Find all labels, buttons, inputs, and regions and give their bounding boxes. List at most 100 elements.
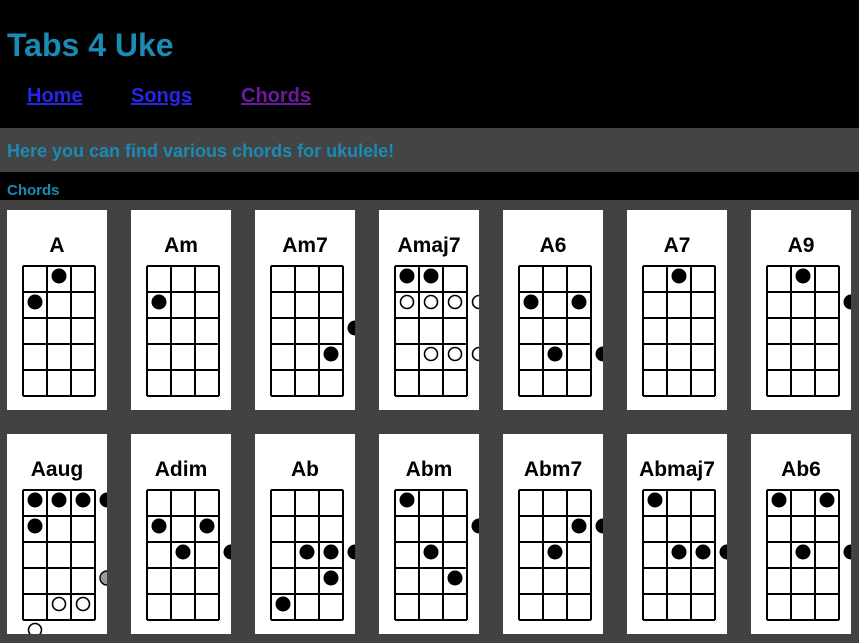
chord-card[interactable]: A7	[627, 210, 727, 410]
fretboard	[518, 265, 592, 397]
chord-diagram: A7	[642, 234, 716, 397]
chord-name: Abm7	[524, 458, 582, 481]
chord-card[interactable]: Abm7	[503, 434, 603, 634]
open-dot	[471, 346, 479, 362]
chord-card[interactable]: Amaj7	[379, 210, 479, 410]
finger-dot	[595, 518, 603, 534]
finger-dot	[795, 544, 811, 560]
open-dot	[423, 294, 439, 310]
open-dot	[399, 294, 415, 310]
finger-dot	[571, 294, 587, 310]
chord-name: Ab	[291, 458, 319, 481]
finger-dot	[27, 492, 43, 508]
open-dot	[471, 294, 479, 310]
finger-dot	[223, 544, 231, 560]
finger-dot	[151, 518, 167, 534]
chord-diagram: Abmaj7	[639, 458, 727, 621]
finger-dot	[27, 518, 43, 534]
finger-dot	[323, 346, 339, 362]
chord-card[interactable]: A9	[751, 210, 851, 410]
chord-name: A9	[788, 234, 815, 257]
chord-name: Am7	[282, 234, 328, 257]
chord-card[interactable]: Aaug	[7, 434, 107, 634]
chord-name: Am	[164, 234, 198, 257]
open-dot	[75, 596, 91, 612]
chord-name: Ab6	[781, 458, 821, 481]
chord-diagram: Am	[146, 234, 220, 397]
chord-diagram: A	[22, 234, 96, 397]
chord-card[interactable]: Ab	[255, 434, 355, 634]
section-title: Chords	[7, 182, 60, 199]
nav-link-songs[interactable]: Songs	[131, 85, 192, 108]
finger-dot	[323, 544, 339, 560]
finger-dot	[399, 492, 415, 508]
finger-dot	[671, 268, 687, 284]
finger-dot	[27, 294, 43, 310]
finger-dot	[843, 544, 851, 560]
finger-dot	[51, 268, 67, 284]
chord-name: Abm	[406, 458, 453, 481]
finger-dot	[275, 596, 291, 612]
open-dot	[27, 622, 43, 634]
chord-card[interactable]: Am7	[255, 210, 355, 410]
intro-text: Here you can find various chords for uku…	[7, 141, 395, 161]
intro-banner: Here you can find various chords for uku…	[0, 128, 859, 172]
finger-dot	[151, 294, 167, 310]
chord-diagram: Am7	[270, 234, 355, 397]
chord-name: A7	[664, 234, 691, 257]
finger-dot	[199, 518, 215, 534]
finger-dot	[175, 544, 191, 560]
chord-diagram: Abm7	[518, 458, 603, 621]
chord-card[interactable]: Abm	[379, 434, 479, 634]
nav-link-home[interactable]: Home	[27, 85, 83, 108]
finger-dot	[843, 294, 851, 310]
finger-dot	[75, 492, 91, 508]
fretboard	[766, 265, 840, 397]
fretboard	[270, 265, 344, 397]
finger-dot	[547, 544, 563, 560]
finger-dot	[547, 346, 563, 362]
finger-dot	[819, 492, 835, 508]
finger-dot	[99, 492, 107, 508]
finger-dot	[671, 544, 687, 560]
chord-diagram: Ab	[270, 458, 355, 621]
finger-dot	[647, 492, 663, 508]
finger-dot	[523, 294, 539, 310]
chord-name: A	[49, 234, 64, 257]
open-dot	[51, 596, 67, 612]
finger-dot	[719, 544, 727, 560]
chord-diagram: Ab6	[766, 458, 851, 621]
optional-dot	[99, 570, 107, 586]
chord-card[interactable]: Adim	[131, 434, 231, 634]
fretboard	[146, 265, 220, 397]
finger-dot	[571, 518, 587, 534]
chord-name: Adim	[155, 458, 208, 481]
finger-dot	[347, 320, 355, 336]
nav-link-chords[interactable]: Chords	[241, 85, 311, 108]
chord-name: Abmaj7	[639, 458, 715, 481]
finger-dot	[299, 544, 315, 560]
fretboard	[22, 265, 96, 397]
chord-card[interactable]: Am	[131, 210, 231, 410]
finger-dot	[423, 268, 439, 284]
chord-card[interactable]: A6	[503, 210, 603, 410]
chord-diagram: Abm	[394, 458, 479, 621]
chord-name: A6	[540, 234, 567, 257]
chord-diagram: Amaj7	[394, 234, 479, 397]
finger-dot	[771, 492, 787, 508]
finger-dot	[323, 570, 339, 586]
site-title: Tabs 4 Uke	[7, 27, 174, 63]
chord-card[interactable]: Ab6	[751, 434, 851, 634]
chord-diagram: A6	[518, 234, 603, 397]
chord-diagram: Aaug	[22, 458, 107, 634]
finger-dot	[51, 492, 67, 508]
section-header: Chords	[0, 172, 859, 200]
chord-card[interactable]: A	[7, 210, 107, 410]
finger-dot	[347, 544, 355, 560]
chord-card[interactable]: Abmaj7	[627, 434, 727, 634]
open-dot	[447, 346, 463, 362]
fretboard	[394, 265, 468, 397]
open-dot	[423, 346, 439, 362]
chord-name: Amaj7	[397, 234, 460, 257]
chord-name: Aaug	[31, 458, 84, 481]
